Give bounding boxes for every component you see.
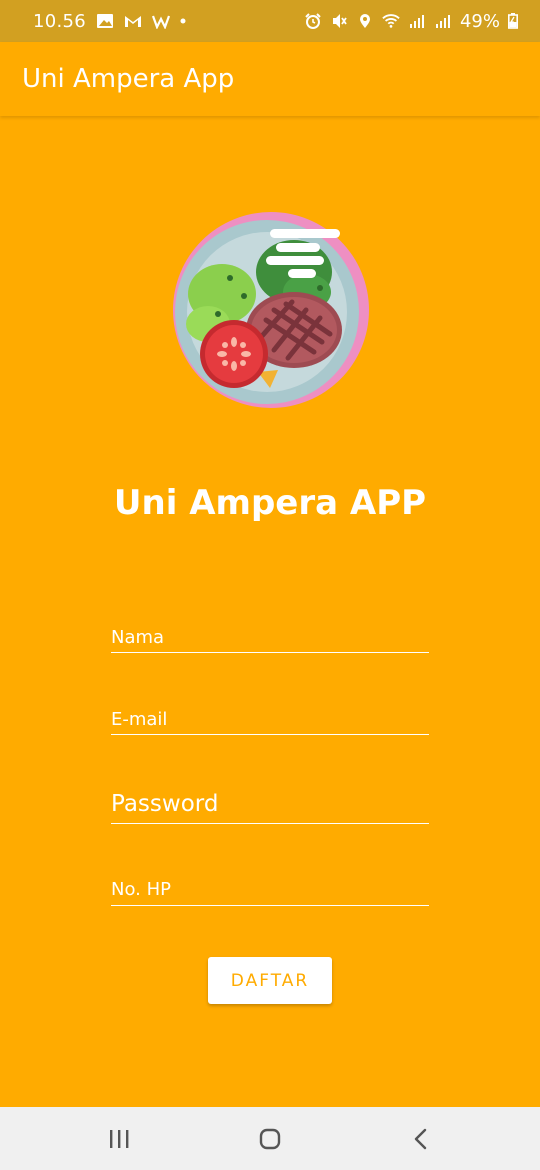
email-field[interactable] (111, 706, 429, 735)
wifi-icon (382, 14, 400, 28)
status-time: 10.56 (33, 10, 87, 32)
recent-apps-icon (110, 1130, 129, 1148)
system-nav-bar (0, 1107, 540, 1170)
back-icon (414, 1128, 427, 1150)
signal-icon (409, 15, 424, 28)
name-field[interactable] (111, 624, 429, 653)
mute-icon (332, 14, 347, 28)
app-bar: Uni Ampera App (0, 42, 540, 116)
signal-icon (435, 15, 450, 28)
password-field[interactable] (111, 788, 429, 824)
status-bar: 10.56 49% (0, 0, 540, 42)
back-button[interactable] (407, 1125, 435, 1153)
gmail-icon (125, 16, 142, 27)
home-icon (259, 1128, 281, 1150)
food-plate-icon (173, 212, 369, 408)
alarm-icon (305, 13, 321, 29)
page-heading: Uni Ampera APP (113, 483, 427, 523)
phone-field[interactable] (111, 876, 429, 906)
home-button[interactable] (256, 1125, 284, 1153)
name-input[interactable] (111, 624, 429, 650)
w-app-icon (152, 15, 171, 29)
gallery-icon (97, 14, 114, 28)
email-input[interactable] (111, 706, 429, 732)
password-input[interactable] (111, 788, 429, 820)
dot-icon (180, 18, 186, 24)
location-icon (359, 14, 370, 28)
register-button[interactable]: DAFTAR (208, 957, 332, 1004)
battery-charging-icon (508, 13, 518, 29)
recent-apps-button[interactable] (105, 1125, 133, 1153)
battery-percent: 49% (459, 10, 500, 32)
app-bar-title: Uni Ampera App (22, 64, 235, 94)
phone-input[interactable] (111, 876, 429, 902)
